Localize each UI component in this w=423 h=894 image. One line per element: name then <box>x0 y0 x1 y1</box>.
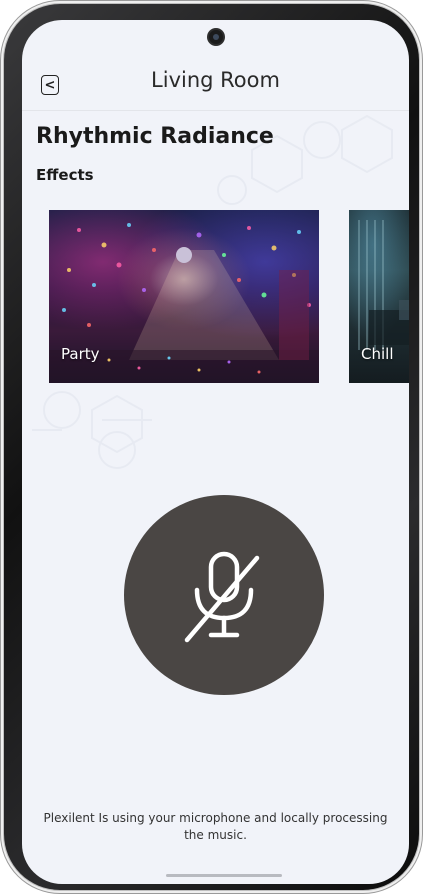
front-camera <box>208 30 223 44</box>
scene-title: Rhythmic Radiance <box>36 124 274 149</box>
microphone-muted-icon <box>184 551 260 643</box>
effect-card-chill[interactable]: Chill <box>349 210 409 383</box>
home-indicator[interactable] <box>166 874 282 877</box>
page-title: Living Room <box>151 68 280 92</box>
app-screen: < Living Room Rhythmic Radiance Effects <box>22 20 409 884</box>
effects-section-label: Effects <box>36 166 94 184</box>
effects-carousel[interactable]: Party Chill <box>49 210 409 383</box>
phone-frame: < Living Room Rhythmic Radiance Effects <box>4 4 419 890</box>
microphone-status-text: Plexilent Is using your microphone and l… <box>43 811 388 842</box>
microphone-toggle-button[interactable] <box>124 495 324 695</box>
effect-card-party[interactable]: Party <box>49 210 319 383</box>
effect-label-party: Party <box>61 345 100 363</box>
effect-label-chill: Chill <box>361 345 394 363</box>
app-header: < Living Room <box>22 56 409 111</box>
